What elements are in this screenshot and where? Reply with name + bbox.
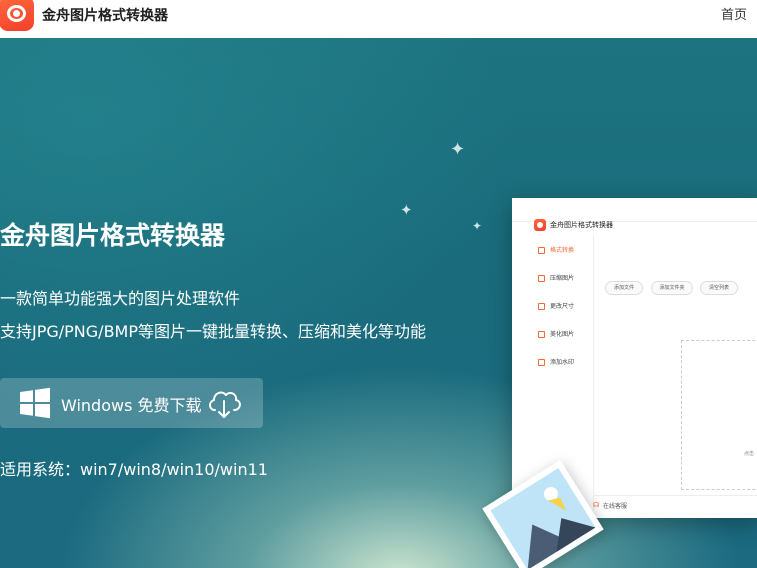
hero-subtitle: 一款简单功能强大的图片处理软件 [0,289,241,308]
hero-feature-text: 支持JPG/PNG/BMP等图片一键批量转换、压缩和美化等功能 [0,322,426,341]
preview-sidebar-item-format[interactable]: 格式转换 [538,245,593,257]
sparkle-icon: ✦ [472,219,483,233]
format-convert-icon [538,247,545,254]
preview-sidebar-item-resize[interactable]: 更改尺寸 [538,301,593,313]
headset-icon: ☊ [593,501,600,509]
preview-online-support: 在线客服 [603,503,628,510]
preview-sidebar-item-beautify[interactable]: 美化图片 [538,329,593,341]
resize-icon [538,303,545,310]
preview-sidebar-item-watermark[interactable]: 添加水印 [538,357,593,369]
preview-sidebar-label: 格式转换 [550,247,575,254]
preview-title: 金舟图片格式转换器 [550,221,613,229]
compress-icon [538,275,545,282]
hero-title: 金舟图片格式转换器 [0,221,226,250]
cloud-download-icon [209,391,241,418]
preview-add-folder-button[interactable]: 添加文件夹 [651,281,693,295]
windows-download-button[interactable]: Windows 免费下载 [0,378,263,428]
app-title[interactable]: 金舟图片格式转换器 [42,5,168,25]
hero-banner: ✦ ✦ ✦ 金舟图片格式转换器 一款简单功能强大的图片处理软件 支持JPG/PN… [0,38,757,568]
download-button-label: Windows 免费下载 [61,396,202,415]
preview-add-file-button[interactable]: 添加文件 [605,281,643,295]
preview-sidebar-item-compress[interactable]: 压缩图片 [538,273,593,285]
preview-footer-divider [593,495,757,496]
sparkle-icon: ✦ [450,139,466,160]
watermark-icon [538,359,545,366]
beautify-icon [538,331,545,338]
system-requirements: 适用系统：win7/win8/win10/win11 [0,460,268,479]
windows-logo-icon [20,387,50,419]
preview-sidebar-label: 添加水印 [550,359,575,366]
sparkle-icon: ✦ [400,201,413,219]
top-header: 金舟图片格式转换器 首页 [0,0,757,38]
preview-drop-zone[interactable] [681,340,757,490]
preview-sidebar-label: 更改尺寸 [550,303,575,310]
preview-drop-hint: 点击 [744,451,755,457]
jinzhou-logo-icon[interactable] [0,0,34,31]
preview-titlebar [512,198,757,222]
nav-home-link[interactable]: 首页 [721,4,747,23]
preview-clear-list-button[interactable]: 清空列表 [700,281,738,295]
preview-sidebar-label: 压缩图片 [550,275,575,282]
preview-logo-icon [534,219,546,231]
preview-sidebar-label: 美化图片 [550,331,575,338]
